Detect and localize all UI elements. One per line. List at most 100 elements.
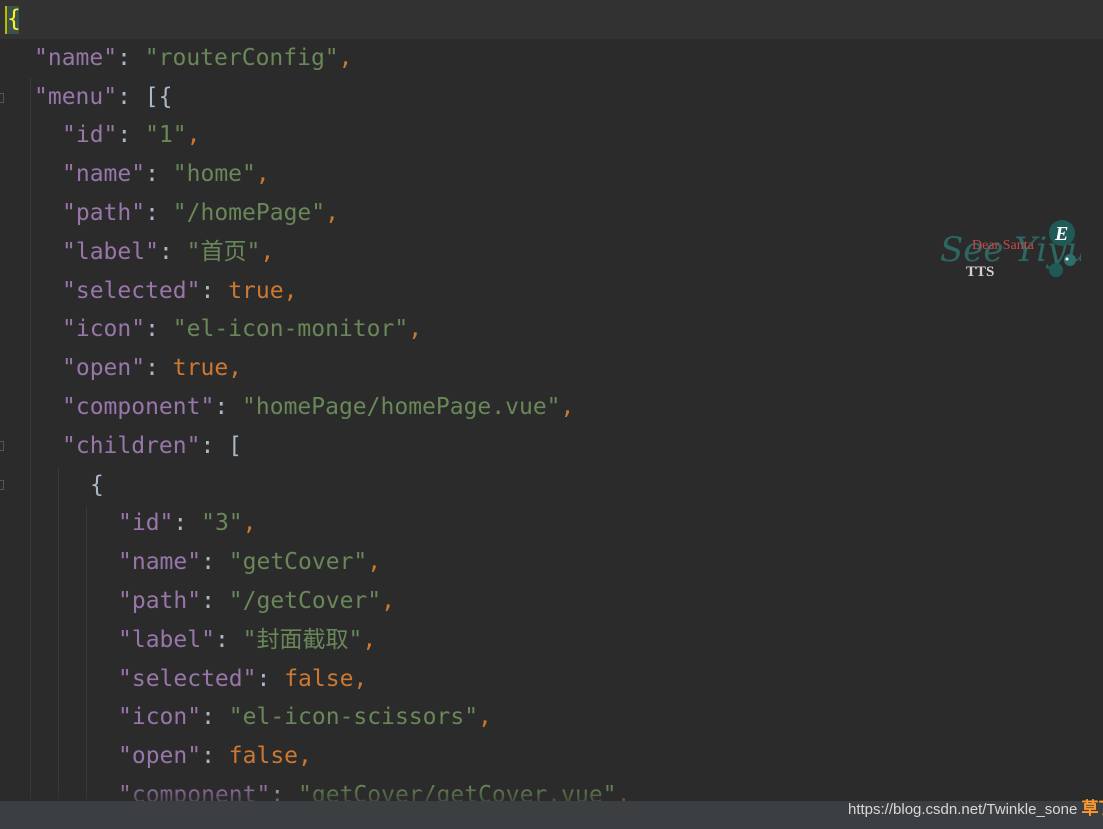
code-line[interactable]: "icon": "el-icon-monitor", xyxy=(62,310,422,349)
code-token: : xyxy=(145,200,173,226)
code-line[interactable]: "selected": true, xyxy=(62,272,297,311)
code-line[interactable]: { xyxy=(90,466,104,505)
code-token: "open" xyxy=(118,743,202,770)
code-token: : xyxy=(117,122,146,149)
code-token: , xyxy=(242,510,257,537)
code-token: : [{ xyxy=(117,83,173,110)
fold-marker-icon[interactable] xyxy=(0,480,4,490)
code-token: true, xyxy=(228,277,298,304)
code-token: : xyxy=(201,704,229,731)
code-token: : xyxy=(256,665,285,692)
code-token: "id" xyxy=(118,510,174,537)
code-token: "menu" xyxy=(34,83,118,110)
svg-text:TTS: TTS xyxy=(966,264,994,280)
code-token: true, xyxy=(172,355,243,382)
code-token: : [ xyxy=(200,432,243,459)
code-token: "el-icon-monitor" xyxy=(172,316,409,343)
code-token: , xyxy=(478,704,492,731)
code-token: , xyxy=(260,238,275,265)
code-line[interactable]: "path": "/getCover", xyxy=(118,582,395,621)
code-token: "path" xyxy=(62,200,146,226)
code-token: "selected" xyxy=(62,277,201,304)
code-token: : xyxy=(145,316,173,343)
code-token: , xyxy=(362,626,377,653)
code-token: : xyxy=(201,588,229,614)
code-token: "3" xyxy=(201,510,243,537)
code-token: , xyxy=(381,588,395,614)
current-line-highlight xyxy=(0,0,1103,39)
indent-guide xyxy=(58,468,59,829)
code-line[interactable]: "label": "首页", xyxy=(62,233,274,272)
code-line[interactable]: "id": "3", xyxy=(118,504,257,543)
code-token: : xyxy=(201,549,229,576)
code-token: "name" xyxy=(34,44,118,71)
code-token: : xyxy=(145,355,173,382)
code-token: "home" xyxy=(172,161,256,188)
code-token: , xyxy=(367,549,382,576)
watermark-credit: https://blog.csdn.net/Twinkle_sone 草丁图书馆 xyxy=(848,800,1103,819)
caret-brace-match: { xyxy=(5,6,21,34)
credit-tag: 草丁图书馆 xyxy=(1081,799,1103,818)
code-token: "id" xyxy=(62,122,118,149)
code-token: false, xyxy=(228,743,312,770)
code-token: false, xyxy=(284,665,368,692)
code-line[interactable]: "label": "封面截取", xyxy=(118,621,376,660)
code-token: : xyxy=(145,161,173,188)
code-line[interactable]: "name": "routerConfig", xyxy=(34,39,353,78)
code-token: , xyxy=(186,122,201,149)
svg-text:E: E xyxy=(1054,223,1068,245)
code-line[interactable]: "icon": "el-icon-scissors", xyxy=(118,698,492,737)
code-line[interactable]: "selected": false, xyxy=(118,660,367,699)
code-token: : xyxy=(200,277,229,304)
code-token: , xyxy=(560,394,575,420)
code-line[interactable]: "open": false, xyxy=(118,737,312,776)
code-token: "name" xyxy=(62,161,146,188)
code-line[interactable]: "component": "homePage/homePage.vue", xyxy=(62,388,574,427)
code-token: "label" xyxy=(118,626,215,653)
code-token: : xyxy=(117,44,145,71)
credit-url: https://blog.csdn.net/Twinkle_sone xyxy=(848,801,1078,818)
code-token: , xyxy=(408,316,423,343)
code-token: , xyxy=(255,161,270,188)
indent-guide xyxy=(86,507,87,829)
code-token: "getCover" xyxy=(228,549,368,576)
fold-marker-icon[interactable] xyxy=(0,93,4,103)
code-token: "component" xyxy=(62,394,215,420)
code-line[interactable]: "path": "/homePage", xyxy=(62,194,339,233)
code-line[interactable]: "name": "home", xyxy=(62,155,270,194)
editor-gutter[interactable] xyxy=(0,0,14,829)
code-line[interactable]: "children": [ xyxy=(62,427,242,466)
code-token: "path" xyxy=(118,588,202,614)
code-token: : xyxy=(201,743,229,770)
indent-guide xyxy=(30,78,31,829)
svg-text:Dear Santa: Dear Santa xyxy=(972,238,1035,253)
code-token: "open" xyxy=(62,355,146,382)
code-token: , xyxy=(325,200,339,226)
code-token: : xyxy=(173,510,202,537)
code-editor[interactable]: {"name": "routerConfig","menu": [{"id": … xyxy=(0,0,1103,829)
watermark-logo: See Yiyun Dear Santa TTS E xyxy=(940,220,1081,280)
code-token: { xyxy=(90,471,104,498)
code-token: : xyxy=(214,394,243,420)
code-token: : xyxy=(158,238,187,265)
code-token: "icon" xyxy=(62,316,146,343)
code-token: "routerConfig" xyxy=(144,44,339,71)
code-token: "label" xyxy=(62,238,159,265)
code-line[interactable]: "open": true, xyxy=(62,349,242,388)
code-line[interactable]: "menu": [{ xyxy=(34,78,172,117)
code-token: "/getCover" xyxy=(228,588,382,614)
code-line[interactable]: "name": "getCover", xyxy=(118,543,381,582)
fold-marker-icon[interactable] xyxy=(0,441,4,451)
code-line[interactable]: "id": "1", xyxy=(62,116,201,155)
code-token: : xyxy=(214,626,243,653)
code-token: "selected" xyxy=(118,665,257,692)
code-token: "1" xyxy=(145,122,187,149)
code-token: "封面截取" xyxy=(242,626,363,653)
bottom-fade xyxy=(0,785,1103,801)
code-token: "icon" xyxy=(118,704,202,731)
code-token: "el-icon-scissors" xyxy=(228,704,479,731)
code-token: "/homePage" xyxy=(172,200,326,226)
code-token: , xyxy=(338,44,353,71)
code-token: "首页" xyxy=(186,238,261,265)
code-token: "homePage/homePage.vue" xyxy=(242,394,561,420)
